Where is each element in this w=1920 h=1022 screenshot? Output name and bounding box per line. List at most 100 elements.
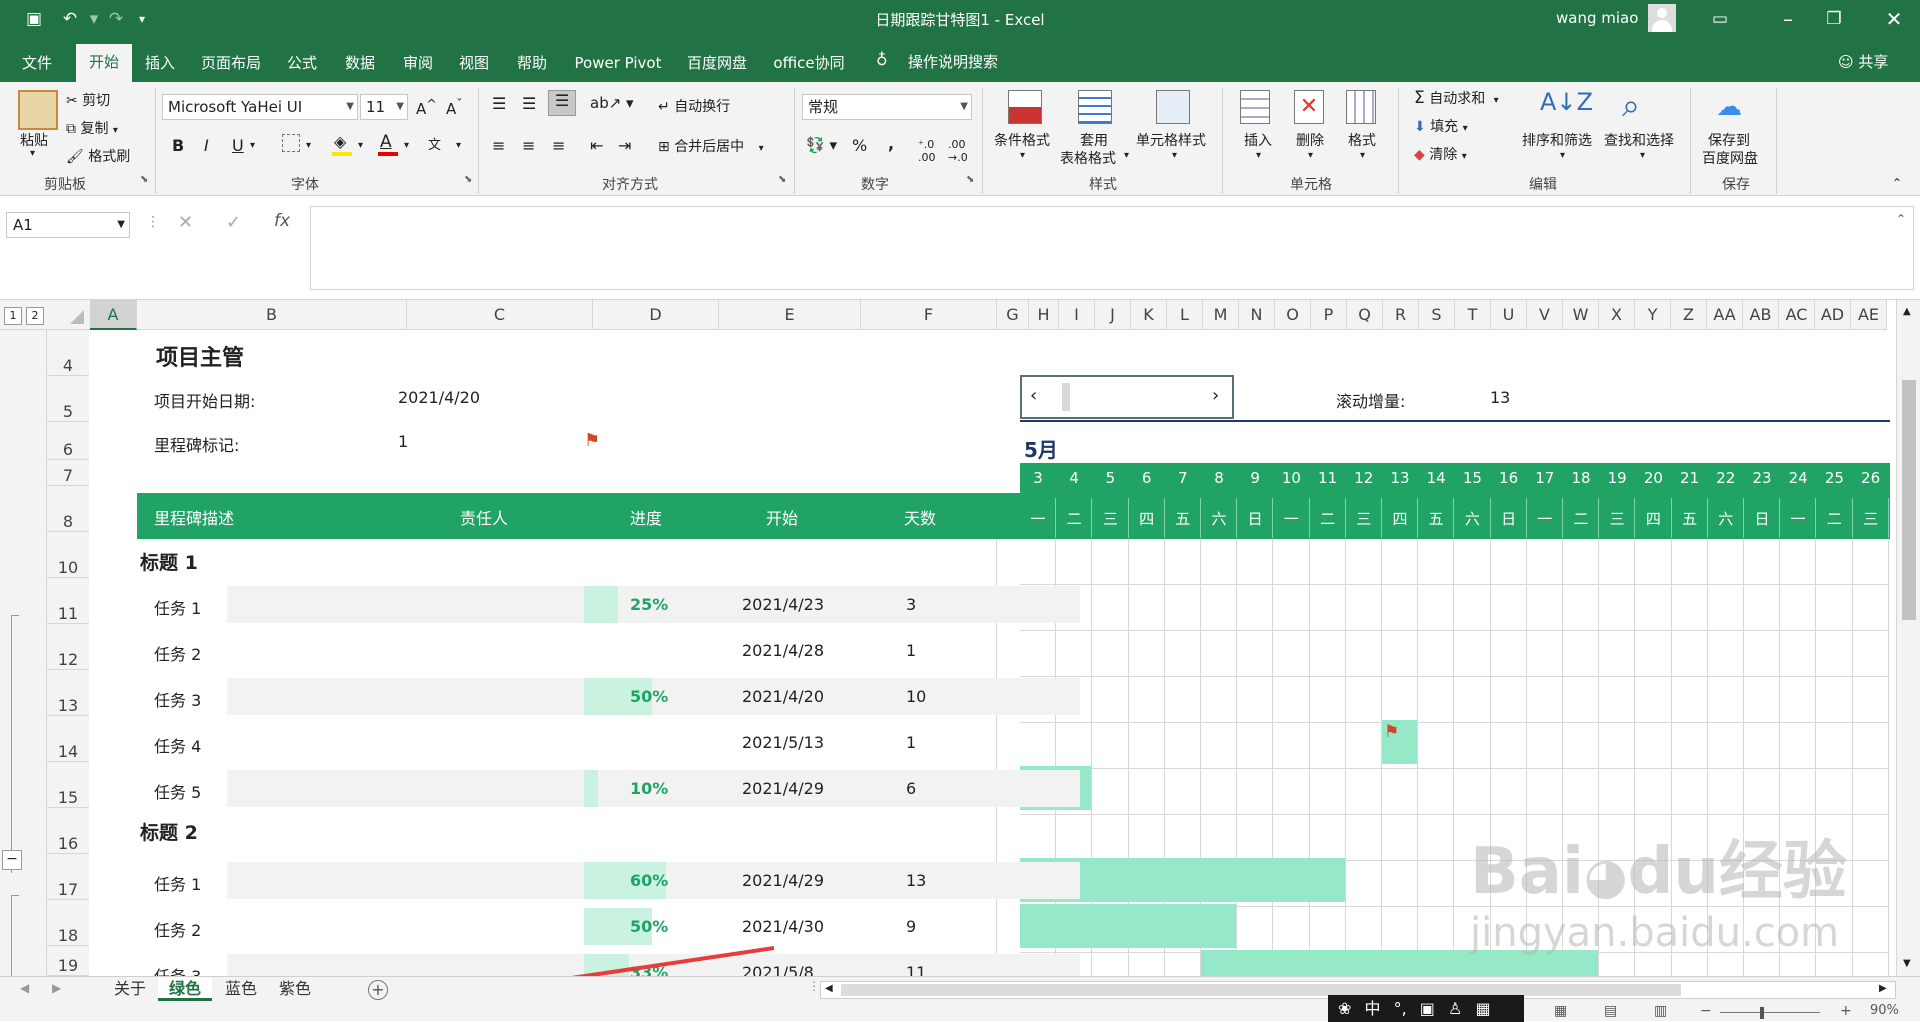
gantt-cell[interactable]	[1273, 677, 1310, 723]
gantt-cell[interactable]	[1599, 539, 1636, 585]
fill-color-icon[interactable]: ◈	[334, 132, 346, 151]
conditional-format-dropdown-icon[interactable]: ▾	[1020, 150, 1025, 161]
gantt-cell[interactable]	[1382, 907, 1419, 953]
format-as-table-icon[interactable]	[1078, 90, 1112, 124]
column-header-ae[interactable]: AE	[1851, 300, 1887, 330]
ime-toolbar[interactable]: ❀ 中 °, ▣ ♙ ▦	[1328, 995, 1524, 1022]
column-header-k[interactable]: K	[1131, 300, 1167, 330]
gantt-cell[interactable]	[1418, 631, 1455, 677]
column-header-m[interactable]: M	[1203, 300, 1239, 330]
gantt-cell[interactable]	[1852, 585, 1889, 631]
gantt-cell[interactable]	[1744, 953, 1781, 976]
task-progress[interactable]: 50%	[630, 917, 668, 936]
underline-button[interactable]: U	[232, 136, 244, 155]
zoom-level[interactable]: 90%	[1870, 1003, 1899, 1018]
conditional-format-icon[interactable]	[1008, 90, 1042, 124]
cell-styles-dropdown-icon[interactable]: ▾	[1172, 150, 1177, 161]
phonetic-icon[interactable]: 文	[428, 134, 441, 153]
tab-data[interactable]: 数据	[340, 50, 380, 78]
task-progress[interactable]: 25%	[630, 595, 668, 614]
gantt-cell[interactable]	[1816, 677, 1853, 723]
avatar[interactable]	[1648, 4, 1676, 32]
gantt-cell[interactable]	[1418, 769, 1455, 815]
gantt-cell[interactable]	[1164, 539, 1201, 585]
decrease-font-icon[interactable]: Aˇ	[446, 96, 463, 118]
gantt-cell[interactable]	[1563, 723, 1600, 769]
column-header-v[interactable]: V	[1527, 300, 1563, 330]
gantt-cell[interactable]	[1852, 769, 1889, 815]
milestone-value[interactable]: 1	[398, 432, 408, 451]
delete-cells-button[interactable]: 删除	[1296, 130, 1324, 150]
gantt-cell[interactable]	[1563, 677, 1600, 723]
share-button[interactable]: ☺ 共享	[1838, 51, 1888, 72]
sheet-tab-2[interactable]: 蓝色	[214, 977, 268, 1001]
gantt-cell[interactable]	[1853, 953, 1889, 976]
column-header-o[interactable]: O	[1275, 300, 1311, 330]
tab-baidu-netdisk[interactable]: 百度网盘	[684, 50, 750, 78]
hscroll-thumb[interactable]	[841, 984, 1681, 996]
column-header-ac[interactable]: AC	[1779, 300, 1815, 330]
row-header-6[interactable]: 6	[47, 422, 89, 460]
gantt-cell[interactable]	[1454, 723, 1491, 769]
gantt-cell[interactable]	[1201, 539, 1238, 585]
gantt-cell[interactable]	[1092, 815, 1129, 861]
gantt-cell[interactable]	[1056, 723, 1093, 769]
task-name[interactable]: 任务 1	[154, 871, 201, 895]
gantt-cell[interactable]	[1780, 723, 1817, 769]
outline-collapse-button[interactable]: −	[2, 850, 22, 870]
gantt-cell[interactable]	[1490, 539, 1527, 585]
gantt-cell[interactable]	[1816, 723, 1853, 769]
gantt-cell[interactable]	[1852, 677, 1889, 723]
sheet-nav-next-icon[interactable]: ▶	[52, 981, 61, 995]
column-header-f[interactable]: F	[861, 300, 997, 330]
align-center-icon[interactable]: ≡	[522, 136, 535, 155]
gantt-cell[interactable]	[1635, 769, 1672, 815]
font-color-icon[interactable]: A	[380, 132, 392, 152]
task-progress[interactable]: 10%	[630, 779, 668, 798]
gantt-cell[interactable]	[1816, 769, 1853, 815]
gantt-cell[interactable]	[1382, 631, 1419, 677]
tab-split-icon[interactable]: ⋮	[808, 979, 820, 993]
zoom-out-icon[interactable]: −	[1700, 1003, 1712, 1019]
task-days[interactable]: 9	[906, 917, 916, 936]
task-start[interactable]: 2021/4/23	[742, 595, 824, 614]
new-sheet-icon[interactable]: +	[368, 980, 388, 1000]
gantt-cell[interactable]	[1454, 585, 1491, 631]
gantt-cell[interactable]	[1816, 631, 1853, 677]
gantt-cell[interactable]	[1672, 953, 1708, 976]
gantt-cell[interactable]	[1852, 539, 1889, 585]
gantt-cell[interactable]	[1309, 631, 1346, 677]
column-header-c[interactable]: C	[407, 300, 593, 330]
insert-dropdown-icon[interactable]: ▾	[1256, 150, 1261, 161]
gantt-cell[interactable]	[1273, 631, 1310, 677]
increase-font-icon[interactable]: A^	[416, 96, 437, 118]
column-header-g[interactable]: G	[997, 300, 1029, 330]
gantt-cell[interactable]	[1418, 907, 1455, 953]
tab-review[interactable]: 审阅	[398, 50, 438, 78]
gantt-cell[interactable]	[1273, 723, 1310, 769]
gantt-cell[interactable]	[1707, 769, 1744, 815]
gantt-cell[interactable]	[1418, 677, 1455, 723]
start-date-value[interactable]: 2021/4/20	[398, 388, 480, 407]
sheet-nav-prev-icon[interactable]: ◀	[20, 981, 29, 995]
vertical-scroll-thumb[interactable]	[1902, 380, 1916, 620]
gantt-cell[interactable]	[1671, 723, 1708, 769]
task-name[interactable]: 任务 4	[154, 733, 201, 757]
gantt-cell[interactable]	[1454, 677, 1491, 723]
bold-button[interactable]: B	[172, 136, 184, 155]
format-as-table-dropdown-icon[interactable]: ▾	[1124, 150, 1129, 161]
find-select-button[interactable]: 查找和选择	[1604, 130, 1674, 150]
gantt-cell[interactable]	[1128, 815, 1165, 861]
gantt-cell[interactable]	[1526, 723, 1563, 769]
sheet-tab-3[interactable]: 紫色	[270, 977, 320, 1001]
gantt-cell[interactable]	[1273, 907, 1310, 953]
autosum-button[interactable]: Σ 自动求和 ▾	[1414, 88, 1499, 108]
gantt-cell[interactable]	[1201, 677, 1238, 723]
column-header-e[interactable]: E	[719, 300, 861, 330]
gantt-cell[interactable]	[1563, 631, 1600, 677]
formula-input[interactable]	[310, 206, 1914, 290]
column-header-w[interactable]: W	[1563, 300, 1599, 330]
task-start[interactable]: 2021/4/20	[742, 687, 824, 706]
task-name[interactable]: 任务 1	[154, 595, 201, 619]
decrease-decimal-icon[interactable]: .00 →.0	[948, 138, 968, 164]
